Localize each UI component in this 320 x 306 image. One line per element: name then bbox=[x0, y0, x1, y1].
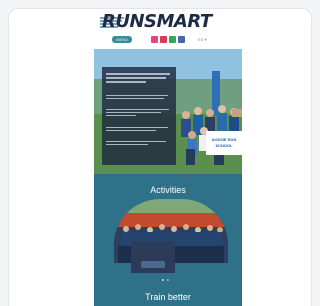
panel-text-line bbox=[106, 112, 161, 113]
svg-text:SCHOOL: SCHOOL bbox=[215, 143, 233, 148]
activity-caption bbox=[131, 241, 175, 273]
panel-text-line bbox=[106, 127, 168, 128]
carousel-dot[interactable] bbox=[167, 279, 169, 281]
panel-text-line bbox=[106, 115, 136, 116]
preview-card: RUNSMART MENU ES ▾ AUSSIE RUN SCHOOL Act… bbox=[8, 8, 312, 306]
instagram-icon[interactable] bbox=[160, 36, 167, 43]
facebook-icon[interactable] bbox=[178, 36, 185, 43]
train-better-heading: Train better bbox=[145, 292, 191, 302]
panel-text-line bbox=[106, 144, 148, 145]
activity-more-button[interactable] bbox=[141, 261, 165, 268]
panel-text-line bbox=[106, 77, 166, 79]
panel-text-line bbox=[106, 109, 169, 110]
panel-text-line bbox=[106, 95, 168, 96]
activities-heading: Activities bbox=[150, 185, 186, 195]
carousel-dot[interactable] bbox=[162, 279, 164, 281]
menu-button[interactable]: MENU bbox=[112, 36, 132, 43]
panel-text-line bbox=[106, 73, 170, 75]
youtube-icon[interactable] bbox=[151, 36, 158, 43]
panel-text-line bbox=[106, 98, 164, 99]
language-selector[interactable]: ES ▾ bbox=[198, 37, 206, 42]
panel-text-line bbox=[106, 81, 146, 83]
svg-text:AUSSIE RUN: AUSSIE RUN bbox=[212, 137, 237, 142]
hero-text-panel bbox=[102, 67, 176, 165]
website-preview[interactable]: RUNSMART MENU ES ▾ AUSSIE RUN SCHOOL Act… bbox=[94, 9, 242, 306]
carousel-dots[interactable] bbox=[162, 279, 176, 282]
site-header: RUNSMART MENU ES ▾ bbox=[94, 9, 242, 49]
hero-section: AUSSIE RUN SCHOOL bbox=[94, 49, 242, 174]
panel-text-line bbox=[106, 130, 156, 131]
whatsapp-icon[interactable] bbox=[169, 36, 176, 43]
hero-banner: AUSSIE RUN SCHOOL bbox=[212, 137, 237, 148]
panel-text-line bbox=[106, 141, 166, 142]
logo-wordmark: RUNSMART bbox=[102, 11, 212, 32]
site-logo[interactable]: RUNSMART bbox=[98, 11, 242, 33]
